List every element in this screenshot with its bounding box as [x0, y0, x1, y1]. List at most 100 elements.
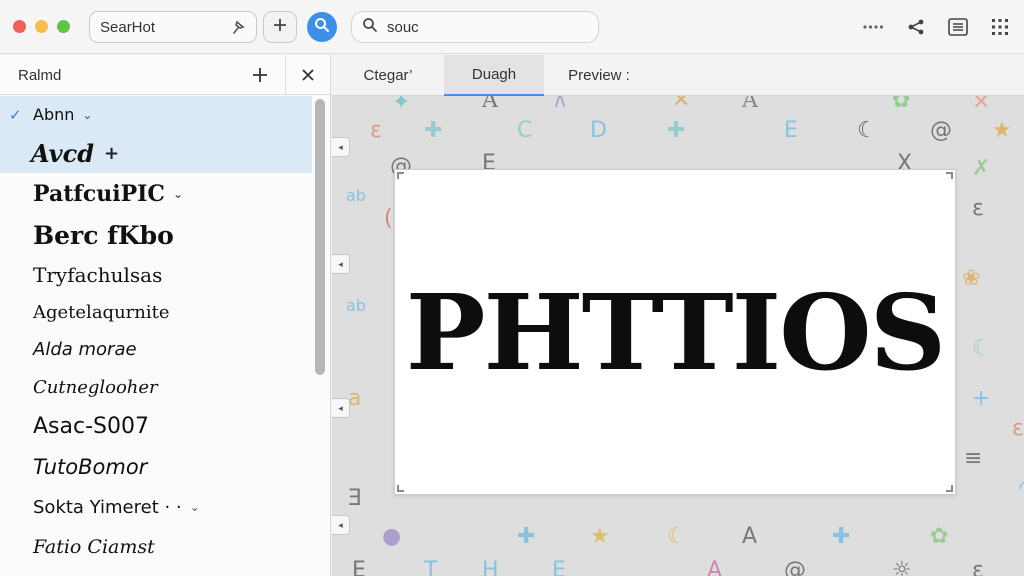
- background-glyph: E: [352, 558, 366, 576]
- list-item[interactable]: Sokta Yimeret · · ⌄: [0, 487, 312, 527]
- collapse-handle[interactable]: ◂: [332, 254, 350, 274]
- background-glyph: ✚: [667, 118, 686, 143]
- background-glyph: ∧: [552, 96, 569, 113]
- pin-icon: [230, 19, 246, 35]
- font-name: Fatio Ciamst: [33, 536, 155, 558]
- resize-handle[interactable]: [946, 172, 953, 179]
- background-glyph: A: [707, 558, 723, 576]
- tab-category[interactable]: Ctegar’: [332, 55, 444, 96]
- tab-duagh[interactable]: Duagh: [444, 55, 544, 96]
- background-glyph: ★: [992, 118, 1012, 143]
- background-glyph: ●: [382, 524, 402, 549]
- share-icon[interactable]: [905, 16, 927, 38]
- add-collection-button[interactable]: [249, 64, 271, 86]
- background-glyph: ab: [346, 296, 366, 315]
- font-name: TutoBomor: [33, 455, 148, 479]
- background-glyph: A: [742, 96, 758, 113]
- font-name: Berc fKbo: [33, 220, 174, 250]
- background-glyph: ❀: [962, 266, 981, 291]
- tab-preview[interactable]: Preview :: [544, 55, 654, 96]
- background-glyph: ✗: [972, 156, 991, 181]
- chevron-down-icon[interactable]: ⌄: [190, 500, 200, 514]
- chevron-down-icon[interactable]: ⌄: [173, 187, 183, 201]
- collapse-handle[interactable]: ◂: [332, 398, 350, 418]
- background-glyph: @: [930, 118, 952, 143]
- background-glyph: ✕: [972, 96, 991, 115]
- background-glyph: ◠: [1018, 476, 1024, 501]
- background-glyph: Ǝ: [348, 486, 362, 511]
- grid-icon[interactable]: [989, 16, 1011, 38]
- plus-icon: [273, 18, 287, 37]
- resize-handle[interactable]: [946, 485, 953, 492]
- resize-handle[interactable]: [397, 485, 404, 492]
- add-button[interactable]: [263, 11, 297, 43]
- list-item[interactable]: TutoBomor: [0, 447, 312, 487]
- search-button[interactable]: [307, 12, 337, 42]
- app-selector[interactable]: SearHot: [89, 11, 257, 43]
- background-glyph: ✿: [930, 524, 949, 549]
- list-item[interactable]: PatfcuiPIC ⌄: [0, 173, 312, 214]
- font-name: Agetelaqurnite: [33, 302, 170, 323]
- background-glyph: C: [517, 118, 533, 143]
- background-glyph: ★: [590, 524, 610, 549]
- background-glyph: ☾: [857, 118, 877, 143]
- search-icon: [362, 17, 378, 37]
- preview-text: PHTTIOS: [405, 270, 946, 394]
- tab-bar: Ctegar’ Duagh Preview :: [332, 55, 1024, 96]
- background-glyph: ☼: [892, 558, 912, 576]
- search-value: souc: [387, 18, 419, 36]
- more-icon[interactable]: [862, 16, 884, 38]
- chevron-down-icon[interactable]: ⌄: [82, 108, 92, 122]
- background-glyph: ✚: [517, 524, 536, 549]
- close-window-button[interactable]: [13, 20, 26, 33]
- search-input[interactable]: souc: [351, 11, 599, 43]
- collapse-handle[interactable]: ◂: [332, 515, 350, 535]
- list-item[interactable]: Agetelaqurnite: [0, 294, 312, 331]
- font-name: Abnn: [33, 105, 75, 124]
- background-glyph: D: [590, 118, 607, 143]
- background-glyph: ≡: [964, 446, 983, 471]
- background-glyph: ✿: [892, 96, 911, 113]
- tab-label: Preview :: [568, 67, 630, 84]
- background-glyph: A: [742, 524, 758, 549]
- background-glyph: ✦: [392, 96, 411, 115]
- resize-handle[interactable]: [397, 172, 404, 179]
- sidebar-scrollbar[interactable]: [315, 99, 325, 375]
- background-glyph: ☾: [972, 336, 992, 361]
- list-item[interactable]: Fatio Ciamst: [0, 527, 312, 567]
- search-icon: [314, 17, 330, 38]
- font-name: Asac-S007: [33, 414, 149, 439]
- header-divider: [285, 55, 286, 95]
- background-glyph: T: [424, 558, 438, 576]
- list-item[interactable]: Berc fKbo: [0, 214, 312, 256]
- background-glyph: ε: [972, 558, 984, 576]
- title-bar: SearHot souc: [0, 0, 1024, 54]
- font-name: Cutneglooher: [33, 376, 158, 398]
- list-item[interactable]: Cutneglooher: [0, 368, 312, 406]
- check-icon: ✓: [9, 105, 22, 124]
- background-glyph: E: [784, 118, 798, 143]
- maximize-window-button[interactable]: [57, 20, 70, 33]
- minimize-window-button[interactable]: [35, 20, 48, 33]
- close-sidebar-button[interactable]: [297, 64, 319, 86]
- font-name: Sokta Yimeret · ·: [33, 496, 182, 518]
- plus-icon[interactable]: +: [104, 143, 119, 164]
- list-item[interactable]: Avcd +: [0, 133, 312, 173]
- list-item[interactable]: Alda morae: [0, 331, 312, 368]
- font-sidebar: Ralmd ✓ Abnn ⌄ Avcd + PatfcuiPIC ⌄ Berc …: [0, 55, 331, 576]
- app-selector-label: SearHot: [100, 18, 156, 36]
- background-glyph: ✚: [832, 524, 851, 549]
- list-item[interactable]: Asac-S007: [0, 406, 312, 447]
- collapse-handle[interactable]: ◂: [332, 137, 350, 157]
- font-name: Tryfachulsas: [33, 263, 163, 287]
- list-icon[interactable]: [947, 16, 969, 38]
- list-item[interactable]: ✓ Abnn ⌄: [0, 96, 312, 133]
- font-name: Avcd: [31, 138, 94, 168]
- sidebar-header: Ralmd: [0, 55, 330, 95]
- background-glyph: E: [552, 558, 566, 576]
- preview-card[interactable]: PHTTIOS: [394, 169, 956, 495]
- list-item[interactable]: Tryfachulsas: [0, 256, 312, 294]
- glyph-canvas: ✦ A ∧ ✕ A ✿ ✕ ε ✚ C D ✚ E ☾ @ ★ @ E X ✗ …: [332, 96, 1024, 576]
- tab-label: Duagh: [471, 66, 517, 83]
- background-glyph: +: [972, 386, 991, 411]
